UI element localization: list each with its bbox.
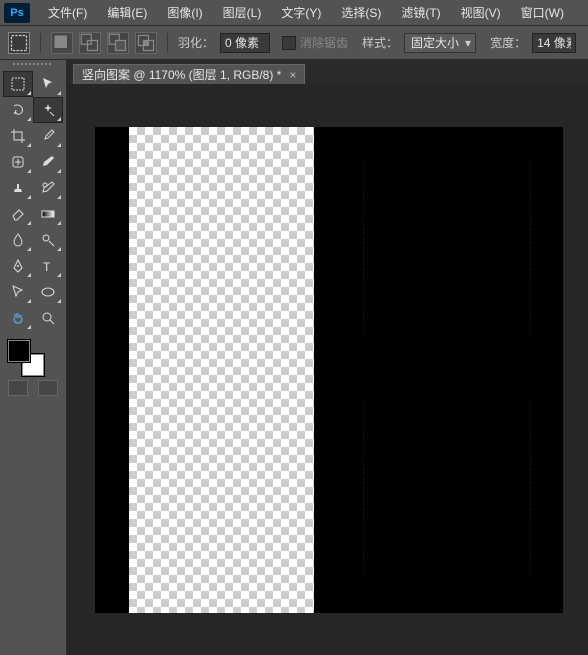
- menu-text[interactable]: 文字(Y): [271, 0, 331, 25]
- sel-subtract-icon[interactable]: [107, 32, 129, 54]
- zoom-tool[interactable]: [34, 306, 62, 330]
- path-select-tool[interactable]: [4, 280, 32, 304]
- healing-brush-tool[interactable]: [4, 150, 32, 174]
- quickmask-row: [0, 376, 66, 400]
- document-canvas[interactable]: [95, 127, 563, 613]
- menu-select[interactable]: 选择(S): [331, 0, 391, 25]
- canvas-viewport[interactable]: [67, 84, 588, 655]
- color-swatches: [0, 334, 66, 376]
- width-label: 宽度：: [490, 34, 526, 51]
- document-tabs: 竖向图案 @ 1170% (图层 1, RGB/8) * ×: [67, 60, 588, 84]
- separator: [167, 33, 168, 53]
- sel-add-icon[interactable]: [79, 32, 101, 54]
- move-tool[interactable]: [34, 72, 62, 96]
- sel-new-icon[interactable]: [51, 32, 73, 54]
- type-tool[interactable]: T: [34, 254, 62, 278]
- feather-label: 羽化：: [178, 34, 214, 51]
- history-brush-tool[interactable]: [34, 176, 62, 200]
- work-area: 竖向图案 @ 1170% (图层 1, RGB/8) * ×: [67, 60, 588, 655]
- tool-panel: T: [0, 60, 67, 655]
- current-tool-preset[interactable]: [8, 32, 30, 54]
- menu-edit[interactable]: 编辑(E): [97, 0, 157, 25]
- width-input[interactable]: [532, 33, 576, 53]
- tools-grid: T: [0, 68, 66, 334]
- menu-image[interactable]: 图像(I): [157, 0, 212, 25]
- hand-tool[interactable]: [4, 306, 32, 330]
- marquee-tool[interactable]: [4, 72, 32, 96]
- quickmask-button[interactable]: [8, 380, 28, 396]
- foreground-color[interactable]: [8, 340, 30, 362]
- antialias-checkbox[interactable]: [282, 36, 296, 50]
- pen-tool[interactable]: [4, 254, 32, 278]
- blur-tool[interactable]: [4, 228, 32, 252]
- brush-tool[interactable]: [34, 150, 62, 174]
- menu-view[interactable]: 视图(V): [451, 0, 511, 25]
- eyedropper-tool[interactable]: [34, 124, 62, 148]
- eraser-tool[interactable]: [4, 202, 32, 226]
- dodge-tool[interactable]: [34, 228, 62, 252]
- tab-close-button[interactable]: ×: [289, 68, 296, 82]
- gradient-tool[interactable]: [34, 202, 62, 226]
- feather-input[interactable]: [220, 33, 270, 53]
- menu-layer[interactable]: 图层(L): [213, 0, 272, 25]
- sel-intersect-icon[interactable]: [135, 32, 157, 54]
- options-bar: 羽化： 消除锯齿 样式： 固定大小 宽度：: [0, 26, 588, 60]
- crop-tool[interactable]: [4, 124, 32, 148]
- menu-bar: Ps 文件(F) 编辑(E) 图像(I) 图层(L) 文字(Y) 选择(S) 滤…: [0, 0, 588, 26]
- tab-title: 竖向图案 @ 1170% (图层 1, RGB/8) *: [82, 66, 281, 83]
- panel-grip[interactable]: [0, 60, 66, 68]
- menu-file[interactable]: 文件(F): [38, 0, 97, 25]
- main-area: T 竖向图案 @ 1170% (图层 1, RGB/8) * ×: [0, 60, 588, 655]
- app-logo: Ps: [4, 3, 30, 23]
- shape-tool[interactable]: [34, 280, 62, 304]
- menu-filter[interactable]: 滤镜(T): [391, 0, 450, 25]
- marquee-selection: [363, 129, 531, 613]
- clone-stamp-tool[interactable]: [4, 176, 32, 200]
- separator: [40, 33, 41, 53]
- svg-text:T: T: [43, 260, 51, 274]
- style-value: 固定大小: [411, 36, 459, 50]
- menu-window[interactable]: 窗口(W): [511, 0, 574, 25]
- style-select[interactable]: 固定大小: [404, 33, 476, 53]
- magic-wand-tool[interactable]: [34, 98, 62, 122]
- lasso-tool[interactable]: [4, 98, 32, 122]
- document-tab[interactable]: 竖向图案 @ 1170% (图层 1, RGB/8) * ×: [73, 64, 305, 84]
- transparent-region: [129, 127, 314, 613]
- antialias-label: 消除锯齿: [300, 34, 348, 51]
- style-label: 样式：: [362, 34, 398, 51]
- screenmode-button[interactable]: [38, 380, 58, 396]
